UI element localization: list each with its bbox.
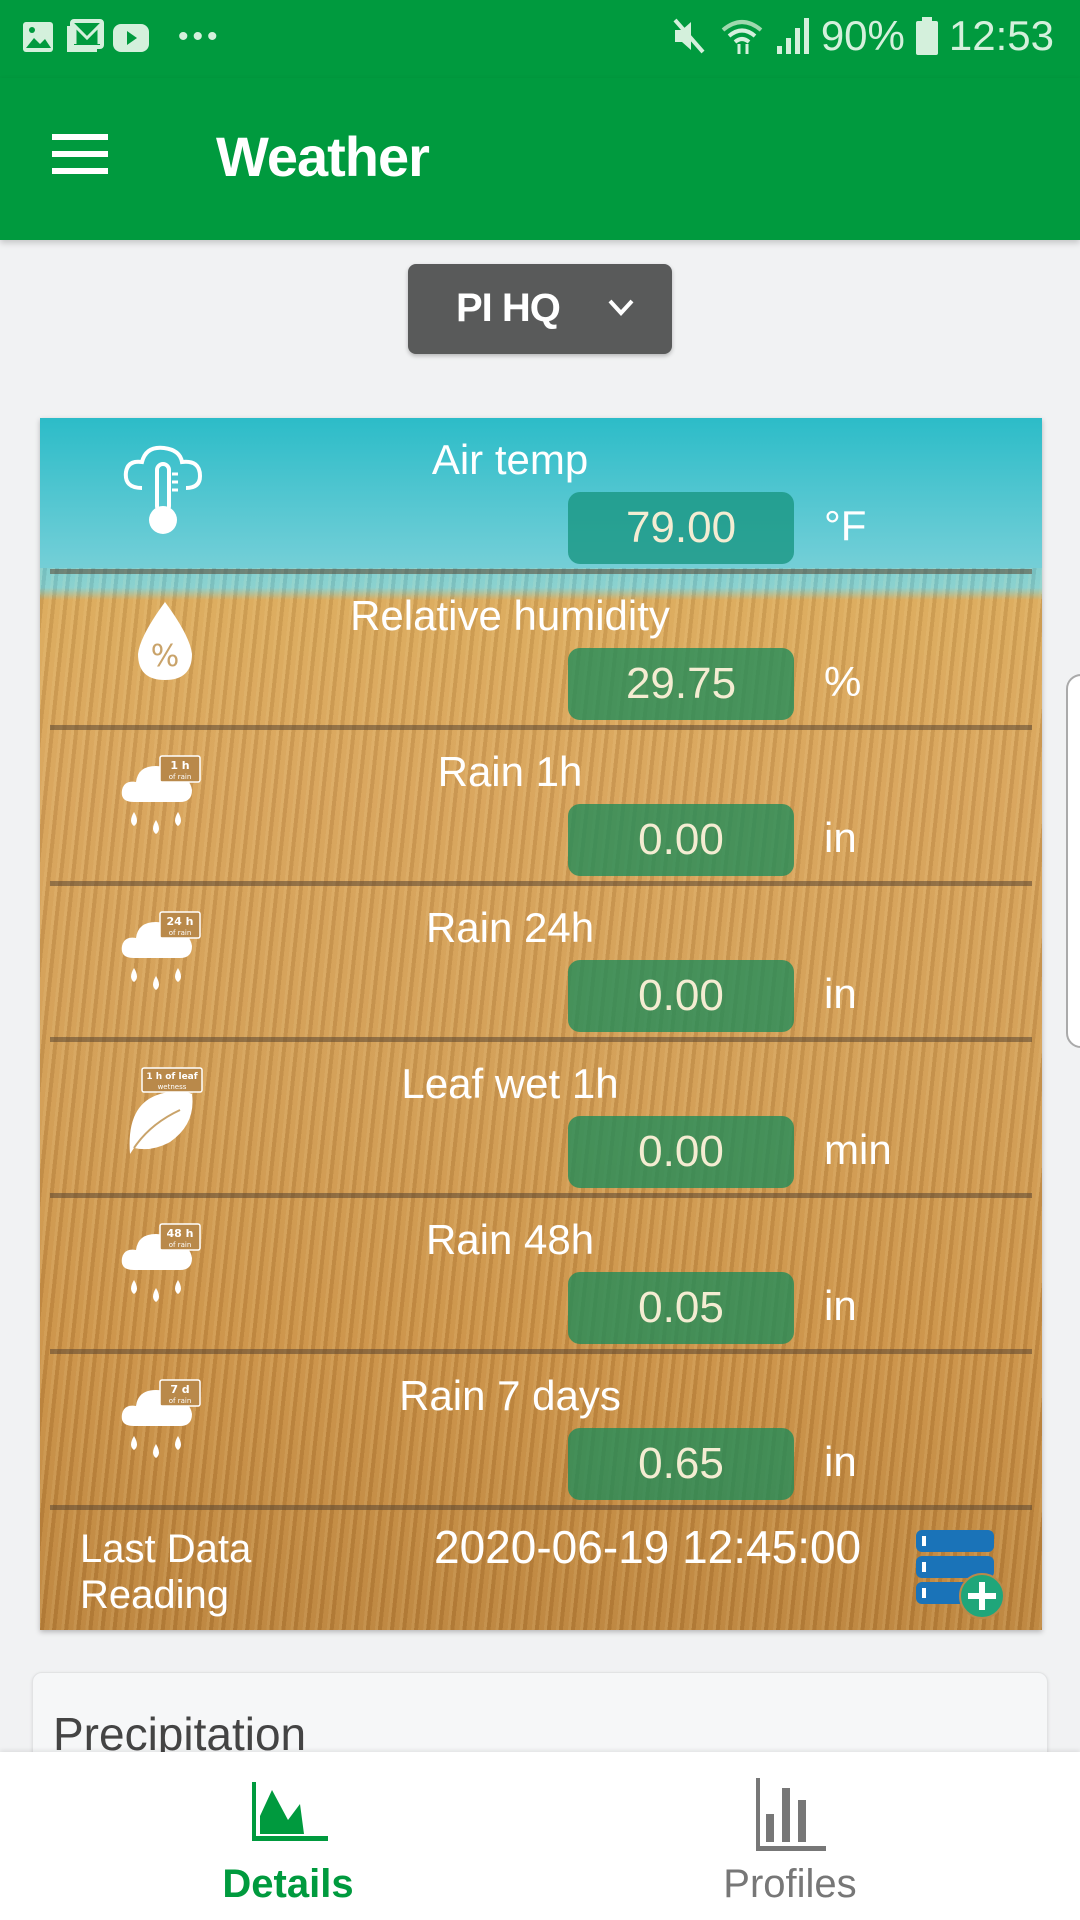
last-reading-label: Last Data Reading bbox=[80, 1527, 252, 1617]
reading-value: 0.00 bbox=[568, 804, 794, 876]
signal-icon bbox=[776, 18, 809, 54]
area-chart-icon bbox=[252, 1782, 328, 1841]
battery-percent: 90% bbox=[820, 12, 905, 59]
reading-value: 0.65 bbox=[568, 1428, 794, 1500]
reading-label: Air temp bbox=[431, 436, 589, 483]
last-reading-timestamp: 2020-06-19 12:45:00 bbox=[434, 1521, 862, 1573]
reading-row-rain-7d: 7 d of rain Rain 7 days 0.65 in bbox=[40, 1354, 1042, 1510]
reading-row-leaf-wet-1h: 1 h of leaf wetness Leaf wet 1h 0.00 min bbox=[40, 1042, 1042, 1198]
reading-label: Relative humidity bbox=[350, 592, 670, 639]
station-dropdown-value: PI HQ bbox=[456, 286, 561, 330]
more-notifications-indicator: ••• bbox=[178, 20, 222, 53]
system-indicators: 90% 12:53 bbox=[669, 12, 1054, 60]
reading-value: 0.00 bbox=[568, 1116, 794, 1188]
reading-value: 79.00 bbox=[568, 492, 794, 564]
clock: 12:53 bbox=[948, 12, 1054, 59]
tab-details-label: Details bbox=[222, 1862, 354, 1906]
reading-value: 0.00 bbox=[568, 960, 794, 1032]
svg-text:%: % bbox=[151, 639, 180, 674]
add-database-icon[interactable] bbox=[908, 1526, 1008, 1622]
last-reading-row: Last Data Reading 2020-06-19 12:45:00 bbox=[40, 1510, 1042, 1630]
chevron-down-icon bbox=[608, 299, 634, 316]
reading-row-rain-48h: 48 h of rain Rain 48h 0.05 in bbox=[40, 1198, 1042, 1354]
tab-profiles[interactable]: Profiles bbox=[520, 1752, 1060, 1920]
reading-unit: in bbox=[824, 1438, 857, 1485]
reading-value: 0.05 bbox=[568, 1272, 794, 1344]
reading-unit: in bbox=[824, 970, 857, 1017]
station-dropdown[interactable]: PI HQ bbox=[408, 264, 672, 354]
reading-unit: min bbox=[824, 1126, 892, 1173]
tab-profiles-label: Profiles bbox=[723, 1862, 857, 1906]
bottom-navigation: Details Profiles bbox=[0, 1752, 1080, 1920]
reading-unit: % bbox=[824, 658, 862, 705]
mute-icon bbox=[673, 18, 705, 54]
reading-row-rain-1h: 1 h of rain Rain 1h 0.00 in bbox=[40, 730, 1042, 886]
page-title: Weather bbox=[216, 125, 430, 188]
reading-value: 29.75 bbox=[568, 648, 794, 720]
reading-row-humidity: % Relative humidity 29.75 % bbox=[40, 574, 1042, 730]
notification-icons: ••• bbox=[20, 18, 222, 56]
reading-row-air-temp: Air temp 79.00 °F bbox=[40, 418, 1042, 574]
reading-label: Leaf wet 1h bbox=[401, 1060, 619, 1107]
status-bar: ••• 90% 12:53 bbox=[0, 0, 1080, 78]
wifi-icon bbox=[721, 20, 763, 54]
hamburger-menu-icon[interactable] bbox=[52, 134, 112, 178]
reading-label: Rain 7 days bbox=[399, 1372, 621, 1419]
reading-unit: °F bbox=[824, 502, 867, 549]
app-bar: Weather bbox=[0, 78, 1080, 240]
gallery-icon bbox=[23, 22, 53, 52]
reading-label: Rain 48h bbox=[425, 1216, 595, 1263]
reading-label: Rain 24h bbox=[425, 904, 595, 951]
youtube-icon bbox=[113, 24, 149, 52]
gmail-icon bbox=[67, 19, 104, 52]
bar-chart-icon bbox=[756, 1778, 826, 1851]
side-drawer-handle[interactable] bbox=[1066, 674, 1080, 1048]
weather-readings-card: Air temp 79.00 °F % Relative humidity 29… bbox=[40, 418, 1042, 1630]
tab-details[interactable]: Details bbox=[18, 1752, 558, 1920]
battery-icon bbox=[915, 17, 938, 55]
reading-row-rain-24h: 24 h of rain Rain 24h 0.00 in bbox=[40, 886, 1042, 1042]
reading-label: Rain 1h bbox=[437, 748, 583, 795]
reading-unit: in bbox=[824, 814, 857, 861]
reading-unit: in bbox=[824, 1282, 857, 1329]
